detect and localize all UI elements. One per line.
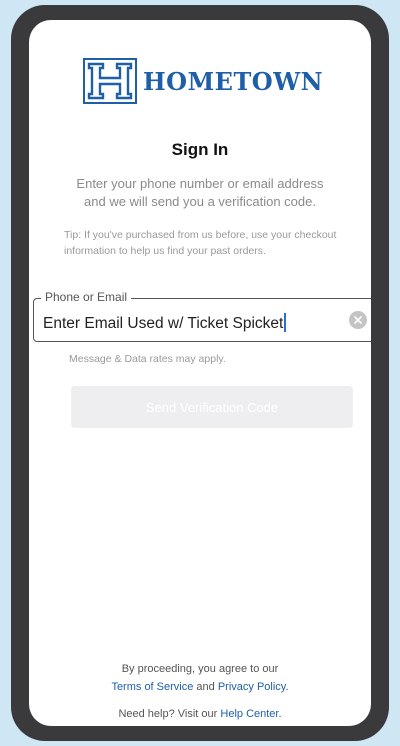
input-text: Enter Email Used w/ Ticket Spicket bbox=[43, 315, 284, 332]
rates-note: Message & Data rates may apply. bbox=[69, 353, 226, 365]
clear-input-button[interactable] bbox=[349, 311, 367, 329]
signin-instructions: Enter your phone number or email address… bbox=[76, 176, 324, 209]
legal-notice: By proceeding, you agree to our Terms of… bbox=[29, 660, 371, 696]
help-center-link[interactable]: Help Center bbox=[220, 708, 278, 720]
help-prefix: Need help? Visit our bbox=[118, 708, 218, 720]
help-period: . bbox=[278, 708, 282, 720]
legal-links: Terms of Service and Privacy Policy. bbox=[29, 678, 371, 696]
phone-or-email-field[interactable]: Phone or Email Enter Email Used w/ Ticke… bbox=[33, 290, 371, 344]
terms-of-service-link[interactable]: Terms of Service bbox=[111, 681, 193, 693]
help-notice: Need help? Visit our Help Center. bbox=[29, 708, 371, 720]
send-verification-code-button[interactable]: Send Verification Code bbox=[71, 386, 353, 428]
page-title: Sign In bbox=[171, 140, 229, 159]
legal-prefix: By proceeding, you agree to our bbox=[121, 663, 279, 675]
app-screen: HOMETOWN Sign In Enter your phone number… bbox=[29, 20, 371, 726]
phone-or-email-value[interactable]: Enter Email Used w/ Ticket Spicket bbox=[43, 313, 287, 333]
privacy-policy-link[interactable]: Privacy Policy bbox=[218, 681, 286, 693]
legal-period: . bbox=[285, 681, 289, 693]
brand-name: HOMETOWN bbox=[143, 66, 324, 96]
clear-x-icon bbox=[354, 316, 362, 324]
phone-frame: HOMETOWN Sign In Enter your phone number… bbox=[11, 5, 389, 741]
text-cursor bbox=[284, 313, 287, 332]
legal-and: and bbox=[196, 681, 215, 693]
hometown-h-logo-icon bbox=[83, 58, 137, 104]
signin-tip: Tip: If you've purchased from us before,… bbox=[64, 229, 337, 257]
phone-or-email-label: Phone or Email bbox=[41, 290, 132, 304]
brand-logo: HOMETOWN bbox=[83, 58, 323, 104]
